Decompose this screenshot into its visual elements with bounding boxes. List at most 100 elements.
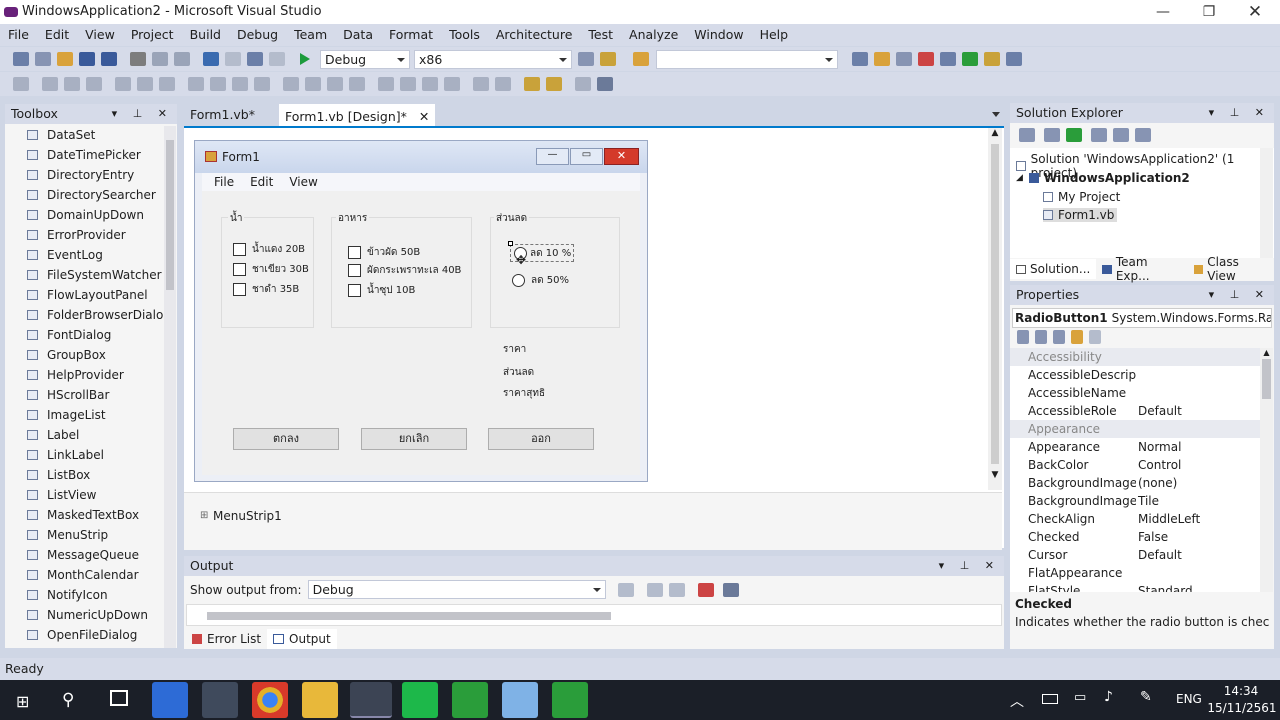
volume-icon[interactable]: ♪: [1104, 689, 1113, 705]
h-spacing-remove-icon[interactable]: [349, 77, 365, 91]
radiobutton-discount-50[interactable]: ลด 50%: [512, 273, 569, 288]
prev-message-icon[interactable]: [646, 582, 663, 597]
toolbar-icon-b[interactable]: [600, 52, 616, 66]
minimize-icon[interactable]: —: [1140, 0, 1186, 24]
open-icon[interactable]: [57, 52, 73, 66]
properties-icon[interactable]: [1019, 128, 1035, 142]
line-app-icon[interactable]: [402, 682, 438, 718]
toolbox-item[interactable]: NumericUpDown: [5, 605, 177, 625]
toolbox-item[interactable]: ListView: [5, 485, 177, 505]
menu-architecture[interactable]: Architecture: [488, 24, 581, 46]
next-message-icon[interactable]: [668, 582, 685, 597]
tree-form1[interactable]: Form1.vb: [1043, 208, 1118, 222]
menu-edit[interactable]: Edit: [37, 24, 77, 46]
menu-help[interactable]: Help: [752, 24, 797, 46]
checkbox-food-2[interactable]: ผัดกระเพราทะเล 40B: [348, 263, 461, 278]
start-page-icon[interactable]: [940, 52, 956, 66]
align-top-icon[interactable]: [115, 77, 131, 91]
button-exit[interactable]: ออก: [488, 428, 594, 450]
v-spacing-remove-icon[interactable]: [444, 77, 460, 91]
redo-icon[interactable]: [225, 52, 241, 66]
tray-expand-icon[interactable]: ︿: [1010, 691, 1024, 711]
platform-dropdown[interactable]: x86: [414, 49, 572, 69]
menu-debug[interactable]: Debug: [229, 24, 286, 46]
menu-analyze[interactable]: Analyze: [621, 24, 686, 46]
toolbox-item[interactable]: MonthCalendar: [5, 565, 177, 585]
menu-build[interactable]: Build: [182, 24, 229, 46]
layout-icon[interactable]: [984, 52, 1000, 66]
visual-studio-taskbar-icon[interactable]: [350, 682, 392, 718]
form-menu-view[interactable]: View: [281, 175, 325, 189]
center-horizontally-icon[interactable]: [473, 77, 489, 91]
toolbox-pin-close-icons[interactable]: ▾ ⊥ ✕: [112, 104, 173, 124]
save-all-icon[interactable]: [101, 52, 117, 66]
property-row[interactable]: Cursor Default: [1010, 546, 1260, 564]
mail-icon[interactable]: [202, 682, 238, 718]
file-explorer-icon[interactable]: [302, 682, 338, 718]
property-value[interactable]: Default: [1138, 402, 1182, 420]
toolbox-item[interactable]: DomainUpDown: [5, 205, 177, 225]
pen-icon[interactable]: ✎: [1140, 689, 1152, 705]
scroll-up-icon[interactable]: ▲: [988, 128, 1002, 138]
events-icon[interactable]: [1071, 330, 1083, 344]
battery-icon[interactable]: [1042, 694, 1058, 704]
start-icon[interactable]: [300, 53, 310, 65]
property-row[interactable]: AccessibleDescriptio: [1010, 366, 1260, 384]
notes-app-icon[interactable]: [502, 682, 538, 718]
recorder-icon[interactable]: [552, 682, 588, 718]
solex-scrollbar[interactable]: [1260, 148, 1273, 258]
window-icon[interactable]: [1006, 52, 1022, 66]
toolbox-item[interactable]: MenuStrip: [5, 525, 177, 545]
maximize-icon[interactable]: ❐: [1186, 0, 1232, 24]
menu-project[interactable]: Project: [123, 24, 182, 46]
close-icon[interactable]: ✕: [1232, 0, 1278, 24]
expand-icon[interactable]: ◢: [1016, 173, 1023, 183]
property-row[interactable]: BackgroundImage (none): [1010, 474, 1260, 492]
menu-view[interactable]: View: [77, 24, 123, 46]
toolbox-item[interactable]: MessageQueue: [5, 545, 177, 565]
tab-form1-code[interactable]: Form1.vb*: [184, 104, 261, 126]
property-row[interactable]: AccessibleName: [1010, 384, 1260, 402]
property-value[interactable]: MiddleLeft: [1138, 510, 1200, 528]
form-menu-edit[interactable]: Edit: [242, 175, 281, 189]
props-pin-close-icons[interactable]: ▾ ⊥ ✕: [1209, 285, 1270, 305]
property-value[interactable]: Standard: [1138, 582, 1193, 592]
toolbox-item[interactable]: ImageList: [5, 405, 177, 425]
tab-class-view[interactable]: Class View: [1188, 255, 1274, 283]
toolbox-item[interactable]: DirectorySearcher: [5, 185, 177, 205]
lock-controls-icon[interactable]: [597, 77, 613, 91]
network-icon[interactable]: ▭: [1074, 690, 1086, 705]
toolbox-item[interactable]: ListBox: [5, 465, 177, 485]
align-middle-icon[interactable]: [137, 77, 153, 91]
tree-my-project[interactable]: My Project: [1043, 190, 1120, 204]
toolbox-item[interactable]: HScrollBar: [5, 385, 177, 405]
navigate-forward-icon[interactable]: [269, 52, 285, 66]
clock-time[interactable]: 14:34: [1210, 684, 1272, 698]
view-designer-icon[interactable]: [1113, 128, 1129, 142]
menu-file[interactable]: File: [0, 24, 37, 46]
v-spacing-decrease-icon[interactable]: [422, 77, 438, 91]
form-menu-file[interactable]: File: [202, 175, 242, 189]
button-cancel[interactable]: ยกเลิก: [361, 428, 467, 450]
chrome-icon[interactable]: [252, 682, 288, 718]
properties-tb-icon[interactable]: [874, 52, 890, 66]
toolbox-item[interactable]: DataSet: [5, 125, 177, 145]
menu-tools[interactable]: Tools: [441, 24, 488, 46]
property-row[interactable]: FlatAppearance: [1010, 564, 1260, 582]
clear-all-icon[interactable]: [697, 582, 714, 597]
bring-to-front-icon[interactable]: [524, 77, 540, 91]
button-ok[interactable]: ตกลง: [233, 428, 339, 450]
tab-close-icon[interactable]: ✕: [419, 109, 429, 124]
menu-test[interactable]: Test: [580, 24, 621, 46]
extension-icon[interactable]: [962, 52, 978, 66]
property-category[interactable]: Accessibility: [1010, 348, 1260, 366]
checkbox-drink-3[interactable]: ชาดำ 35B: [233, 282, 299, 297]
toolbox-item[interactable]: FileSystemWatcher: [5, 265, 177, 285]
h-spacing-decrease-icon[interactable]: [327, 77, 343, 91]
property-row[interactable]: FlatStyle Standard: [1010, 582, 1260, 592]
tab-output[interactable]: Output: [267, 629, 337, 649]
word-wrap-icon[interactable]: [722, 582, 739, 597]
align-left-icon[interactable]: [42, 77, 58, 91]
props-scrollbar[interactable]: ▲: [1260, 348, 1273, 592]
goto-location-icon[interactable]: [617, 582, 634, 597]
